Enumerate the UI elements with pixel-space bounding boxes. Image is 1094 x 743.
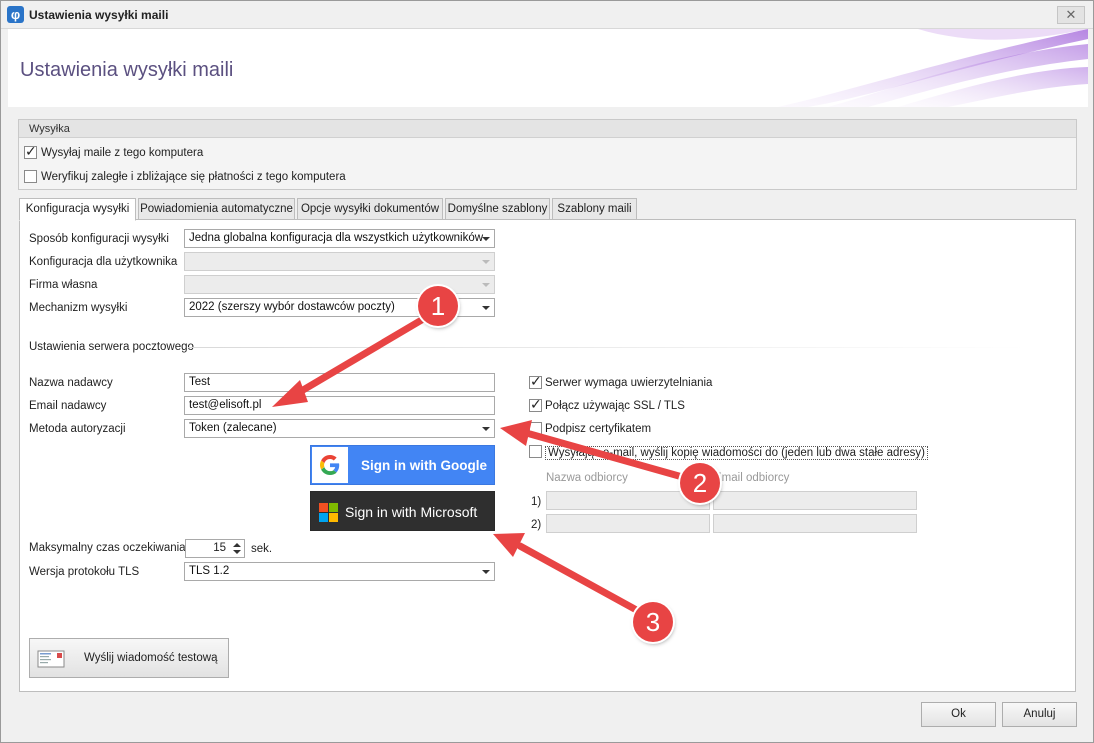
callout-badge-2: 2: [680, 463, 720, 503]
send-test-message-label: Wyślij wiadomość testową: [84, 652, 218, 664]
send-from-computer-label: Wysyłaj maile z tego komputera: [41, 147, 204, 159]
use-ssl-label: Połącz używając SSL / TLS: [545, 400, 685, 412]
sender-name-label: Nazwa nadawcy: [29, 377, 113, 389]
use-ssl-checkbox[interactable]: [529, 396, 542, 413]
recipient-email-input-1: [713, 491, 917, 510]
ok-button[interactable]: Ok: [921, 702, 996, 727]
recipient-row-number: 2): [531, 519, 542, 531]
page-title: Ustawienia wysyłki maili: [20, 59, 234, 81]
requires-auth-label: Serwer wymaga uwierzytelniania: [545, 377, 713, 389]
tab-szablony-maili[interactable]: Szablony maili: [552, 198, 637, 220]
sign-cert-label: Podpisz certyfikatem: [545, 423, 652, 435]
sender-name-input[interactable]: Test: [184, 373, 495, 392]
chevron-down-icon: [482, 283, 490, 287]
tls-select-value: TLS 1.2: [189, 565, 230, 577]
sign-in-microsoft-button[interactable]: Sign in with Microsoft: [310, 491, 495, 531]
timeout-value: 15: [213, 542, 226, 554]
google-logo-icon: [312, 447, 348, 483]
tls-label: Wersja protokołu TLS: [29, 566, 140, 578]
close-button[interactable]: ✕: [1057, 6, 1085, 24]
mechanism-select-value: 2022 (szerszy wybór dostawców poczty): [189, 301, 395, 313]
sender-email-label: Email nadawcy: [29, 400, 107, 412]
company-label: Firma własna: [29, 279, 98, 291]
tab-opcje-wysylki-dokumentow[interactable]: Opcje wysyłki dokumentów: [297, 198, 443, 220]
envelope-icon: [37, 650, 65, 668]
recipient-name-input-2: [546, 514, 710, 533]
tab-domyslne-szablony[interactable]: Domyślne szablony: [445, 198, 550, 220]
auth-method-label: Metoda autoryzacji: [29, 423, 126, 435]
verify-overdue-label: Weryfikuj zaległe i zbliżające się płatn…: [41, 171, 346, 183]
decorative-swoosh-graphic: [778, 29, 1088, 107]
microsoft-button-label: Sign in with Microsoft: [345, 504, 478, 520]
method-select-value: Jedna globalna konfiguracja dla wszystki…: [189, 232, 484, 244]
stepper-up-icon[interactable]: [233, 543, 241, 547]
timeout-unit: sek.: [251, 543, 273, 555]
sign-in-google-button[interactable]: Sign in with Google: [310, 445, 495, 485]
chevron-down-icon: [482, 427, 490, 431]
method-label: Sposób konfiguracji wysyłki: [29, 233, 169, 245]
google-button-label: Sign in with Google: [361, 458, 487, 473]
sender-email-input[interactable]: test@elisoft.pl: [184, 396, 495, 415]
auth-method-select-value: Token (zalecane): [189, 422, 277, 434]
callout-badge-1: 1: [418, 286, 458, 326]
auth-method-select[interactable]: Token (zalecane): [184, 419, 495, 438]
recipient-email-input-2: [713, 514, 917, 533]
callout-badge-3: 3: [633, 602, 673, 642]
microsoft-logo-icon: [319, 503, 338, 522]
chevron-down-icon: [482, 237, 490, 241]
send-from-computer-checkbox[interactable]: [24, 143, 37, 160]
copy-email-label: Wysyłając e-mail, wyślij kopię wiadomośc…: [545, 446, 928, 460]
timeout-stepper[interactable]: 15: [185, 539, 245, 558]
sign-cert-checkbox[interactable]: [529, 422, 542, 435]
chevron-down-icon: [482, 570, 490, 574]
send-test-message-button[interactable]: Wyślij wiadomość testową: [29, 638, 229, 678]
user-config-label: Konfiguracja dla użytkownika: [29, 256, 178, 268]
mechanism-label: Mechanizm wysyłki: [29, 302, 128, 314]
chevron-down-icon: [482, 306, 490, 310]
chevron-down-icon: [482, 260, 490, 264]
requires-auth-checkbox[interactable]: [529, 373, 542, 390]
title-bar: φ Ustawienia wysyłki maili ✕: [1, 1, 1093, 29]
tab-konfiguracja-wysylki[interactable]: Konfiguracja wysyłki: [19, 198, 136, 221]
verify-overdue-checkbox[interactable]: [24, 170, 37, 183]
recipient-email-header: Email odbiorcy: [714, 472, 790, 484]
recipient-row-number: 1): [531, 496, 542, 508]
cancel-button[interactable]: Anuluj: [1002, 702, 1077, 727]
wysylka-group-title: Wysyłka: [19, 120, 1076, 138]
method-select[interactable]: Jedna globalna konfiguracja dla wszystki…: [184, 229, 495, 248]
tab-powiadomienia-automatyczne[interactable]: Powiadomienia automatyczne: [138, 198, 295, 220]
app-logo-icon: φ: [7, 6, 24, 23]
stepper-down-icon[interactable]: [233, 550, 241, 554]
timeout-label: Maksymalny czas oczekiwania: [29, 542, 186, 554]
window-title: Ustawienia wysyłki maili: [29, 8, 169, 22]
copy-email-checkbox[interactable]: [529, 445, 542, 458]
section-divider: [188, 347, 1028, 348]
user-config-select: [184, 252, 495, 271]
server-section-title: Ustawienia serwera pocztowego: [29, 341, 194, 353]
header-banner: Ustawienia wysyłki maili: [8, 29, 1088, 107]
tls-select[interactable]: TLS 1.2: [184, 562, 495, 581]
recipient-name-header: Nazwa odbiorcy: [546, 472, 628, 484]
